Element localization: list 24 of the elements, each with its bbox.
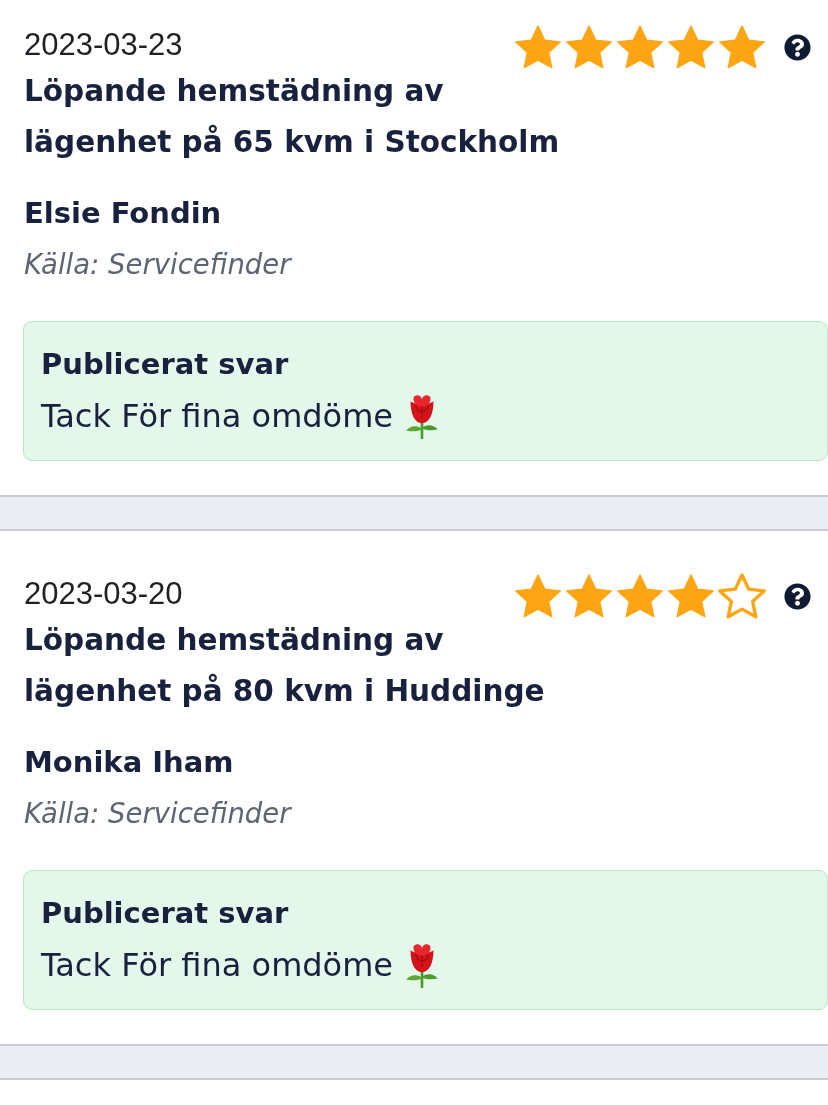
- star-icon: [514, 24, 562, 70]
- star-icon: [718, 24, 766, 70]
- reply-text: Tack För fina omdöme: [41, 945, 394, 986]
- reviewer-name: Monika Iham: [24, 744, 234, 781]
- reply-text: Tack För fina omdöme: [41, 396, 394, 437]
- reply-heading: Publicerat svar: [41, 895, 289, 932]
- empty-star-icon: [718, 573, 766, 619]
- reviewer-name: Elsie Fondin: [24, 195, 222, 232]
- review-source: Källa: Servicefinder: [24, 796, 291, 830]
- review-date: 2023-03-20: [24, 576, 183, 612]
- review-title: Löpande hemstädning av lägenhet på 65 kvm i Stockholm: [24, 73, 561, 161]
- star-icon: [565, 573, 613, 619]
- star-icon: [565, 24, 613, 70]
- star-icon: [514, 573, 562, 619]
- help-icon[interactable]: [784, 582, 811, 610]
- review-date: 2023-03-23: [24, 27, 183, 63]
- star-icon: [616, 24, 664, 70]
- star-icon: [616, 573, 664, 619]
- reply-heading: Publicerat svar: [41, 346, 289, 383]
- star-icon: [667, 24, 715, 70]
- help-icon[interactable]: [784, 33, 811, 61]
- review-title: Löpande hemstädning av lägenhet på 80 kvm i Huddinge: [24, 622, 546, 710]
- review-source: Källa: Servicefinder: [24, 247, 291, 281]
- star-icon: [667, 573, 715, 619]
